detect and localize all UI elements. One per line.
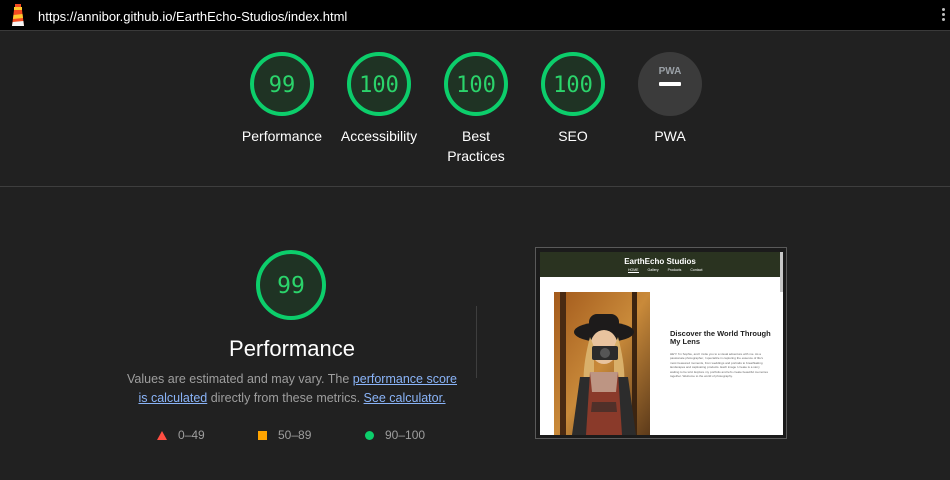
photographer-image [554, 292, 650, 435]
performance-title: Performance [229, 336, 355, 361]
site-title: EarthEcho Studios [624, 257, 696, 266]
score-gauge: 99 [250, 52, 314, 116]
legend-average: 50–89 [258, 428, 311, 442]
see-calculator-link[interactable]: See calculator. [364, 391, 446, 405]
circle-icon [365, 430, 374, 440]
gauge-label-line: Best [461, 128, 490, 144]
lighthouse-icon [12, 4, 24, 26]
gauge-score: 100 [359, 73, 399, 98]
hero-text: HEY! I'm Sophie, and I invite you to a v… [670, 352, 768, 379]
pwa-badge-text: PWA [659, 66, 682, 77]
score-gauge: 100 [541, 52, 605, 116]
gauge-label: PWA [654, 128, 686, 144]
gauge-score: 100 [456, 73, 496, 98]
legend-range: 50–89 [278, 428, 312, 442]
final-screenshot[interactable]: EarthEcho Studios HOME Gallery Products … [535, 247, 787, 439]
triangle-icon [157, 430, 167, 440]
gauge-best-practices[interactable]: 100 Best Practices [426, 51, 526, 166]
gauge-score: 99 [269, 73, 296, 98]
gauge-label: Accessibility [340, 128, 418, 144]
nav-item: Gallery [647, 268, 659, 272]
gauge-accessibility[interactable]: 100 Accessibility [329, 51, 429, 146]
gauge-performance[interactable]: 99 Performance [232, 51, 332, 146]
nav-item: HOME [628, 268, 639, 273]
score-gauge: 100 [347, 52, 411, 116]
performance-gauge: 99 [256, 250, 326, 320]
legend-range: 90–100 [385, 428, 426, 442]
site-header: EarthEcho Studios HOME Gallery Products … [540, 252, 783, 292]
site-nav: HOME Gallery Products Contact [628, 268, 710, 273]
gauge-label-line: Practices [447, 148, 505, 164]
report-url: https://annibor.github.io/EarthEcho-Stud… [38, 9, 348, 24]
legend-fail: 0–49 [157, 428, 205, 442]
nav-item: Products [667, 268, 682, 272]
legend-range: 0–49 [178, 428, 205, 442]
square-icon [258, 430, 267, 440]
gauge-label: SEO [558, 128, 588, 144]
score-summary: 99 Performance 100 Accessibility 100 Bes… [0, 31, 950, 186]
score-gauge: 100 [444, 52, 508, 116]
section-divider [0, 186, 950, 187]
pwa-badge-icon: PWA [638, 52, 702, 116]
nav-item: Contact [690, 268, 703, 272]
gauge-pwa[interactable]: PWA PWA [620, 51, 720, 146]
performance-description: Values are estimated and may vary. The p… [122, 370, 462, 408]
more-vert-icon[interactable] [940, 8, 946, 24]
hero-title: Discover the World Through My Lens [670, 329, 771, 346]
vertical-divider [476, 306, 477, 378]
gauge-label: Best Practices [426, 126, 526, 166]
gauge-score: 100 [553, 73, 593, 98]
desc-text: directly from these metrics. [207, 391, 364, 405]
legend-pass: 90–100 [365, 428, 425, 442]
screenshot-page: EarthEcho Studios HOME Gallery Products … [540, 252, 783, 435]
desc-text: Values are estimated and may vary. The [126, 372, 353, 386]
report-topbar: https://annibor.github.io/EarthEcho-Stud… [0, 0, 950, 31]
scrollbar [780, 252, 783, 292]
gauge-label: Performance [241, 128, 323, 144]
gauge-seo[interactable]: 100 SEO [523, 51, 623, 146]
performance-score: 99 [277, 273, 305, 299]
